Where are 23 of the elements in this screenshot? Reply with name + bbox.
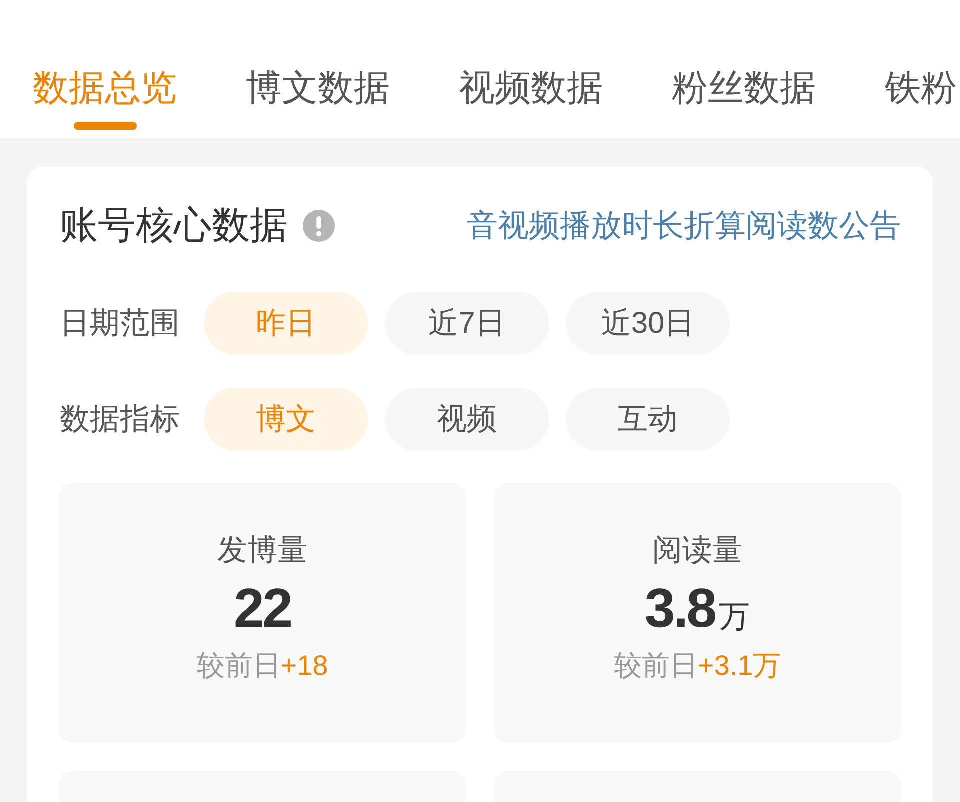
filter-chip[interactable]: 视频 xyxy=(385,388,549,451)
comparison-label: 较前日 xyxy=(614,649,698,683)
comparison-label: 较前日 xyxy=(196,649,281,683)
info-icon[interactable] xyxy=(303,210,335,242)
filter-chip[interactable]: 近30日 xyxy=(566,292,730,355)
stat-label: 阅读量 xyxy=(652,533,742,569)
stat-value: 22 xyxy=(234,576,292,641)
tab[interactable]: 视频数据 xyxy=(459,69,603,107)
notice-link[interactable]: 音视频播放时长折算阅读数公告 xyxy=(467,206,901,246)
filter-chip[interactable]: 近7日 xyxy=(385,292,549,355)
stat-unit: 万 xyxy=(719,598,750,636)
stat-label: 发博量 xyxy=(218,533,308,569)
stat-value: 3.8 xyxy=(644,576,716,641)
change-value: +18 xyxy=(280,650,328,682)
filter-label: 日期范围 xyxy=(59,306,181,342)
change-value: +3.1万 xyxy=(698,649,782,683)
tab[interactable]: 博文数据 xyxy=(246,69,390,107)
tab[interactable]: 粉丝数据 xyxy=(672,69,816,107)
filter-label: 数据指标 xyxy=(59,402,181,438)
section-title: 账号核心数据 xyxy=(60,204,288,249)
tab[interactable]: 铁粉 xyxy=(885,69,957,107)
active-tab-indicator xyxy=(74,122,136,130)
filter-chip[interactable]: 互动 xyxy=(566,388,730,451)
